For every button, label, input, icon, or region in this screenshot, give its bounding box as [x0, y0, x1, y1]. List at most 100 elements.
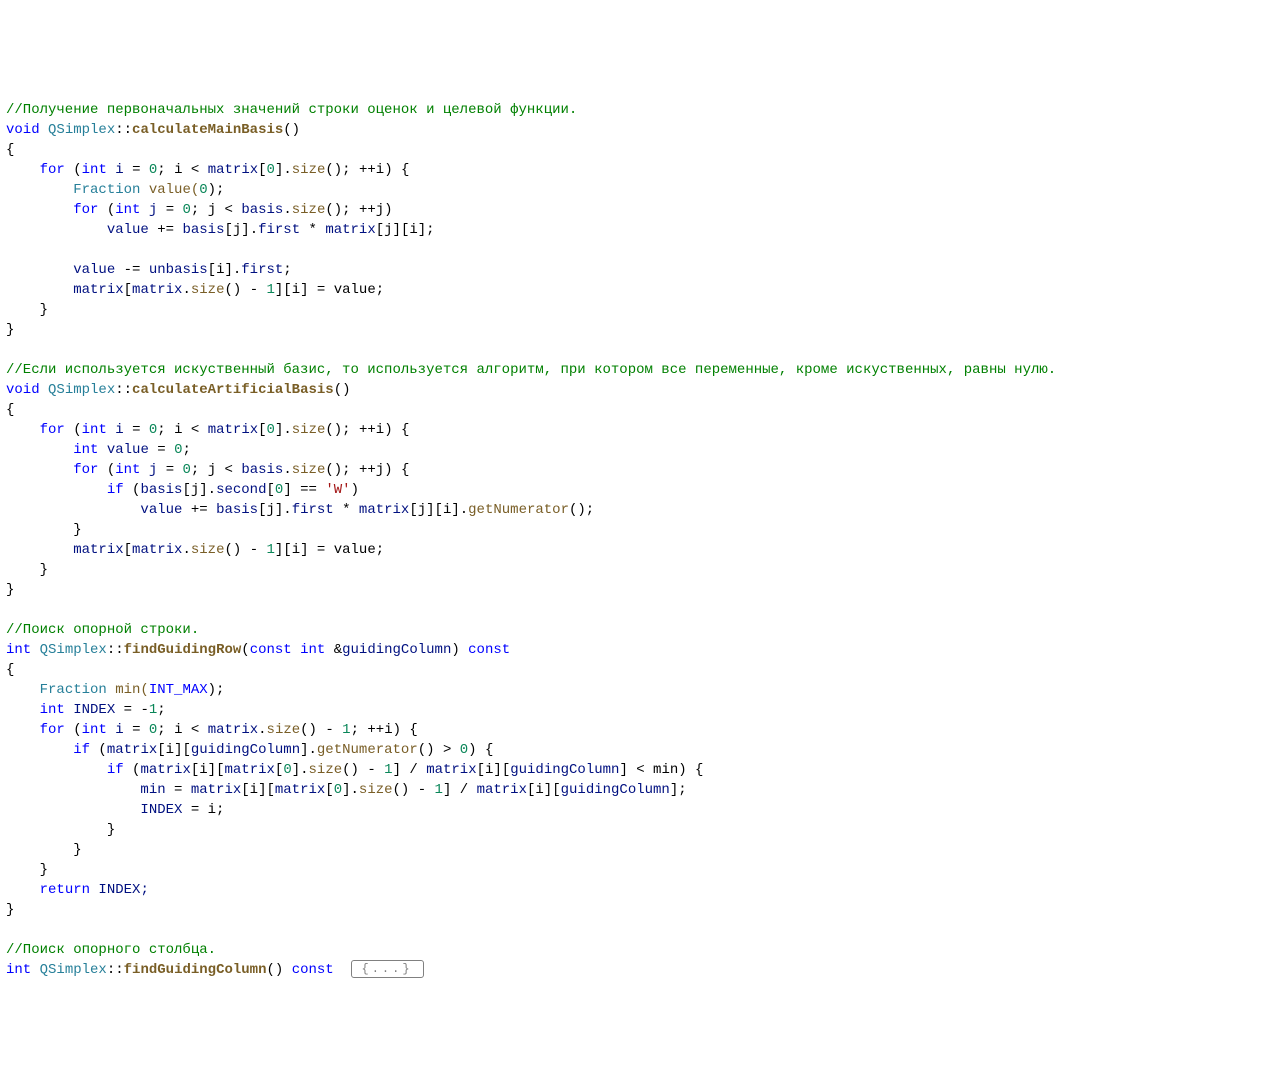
var: basis [241, 202, 283, 218]
keyword-for: for [73, 462, 98, 478]
var: i [107, 722, 132, 738]
punct: ] [283, 482, 300, 498]
var: j [140, 202, 165, 218]
keyword-if: if [107, 762, 124, 778]
var: matrix [208, 722, 258, 738]
var: basis [140, 482, 182, 498]
function-name: calculateArtificialBasis [132, 382, 334, 398]
class-name: QSimplex [48, 122, 115, 138]
number: 1 [342, 722, 350, 738]
punct: ; [283, 262, 291, 278]
method-call: size [359, 782, 393, 798]
brace: } [40, 562, 48, 578]
punct: [i][ [477, 762, 511, 778]
method-call: size [292, 202, 326, 218]
punct: ( [65, 162, 82, 178]
punct: ; [157, 702, 165, 718]
method-call: size [292, 162, 326, 178]
var: guidingColumn [191, 742, 300, 758]
op: = [157, 442, 174, 458]
op: / [460, 782, 477, 798]
var: matrix [73, 542, 123, 558]
member: first [258, 222, 300, 238]
punct: ]; [670, 782, 687, 798]
member: first [292, 502, 334, 518]
punct: (); [569, 502, 594, 518]
brace: } [107, 822, 115, 838]
keyword-int: int [82, 162, 107, 178]
class-name: Fraction [73, 182, 140, 198]
punct: ( [124, 482, 141, 498]
number: 0 [267, 422, 275, 438]
var: matrix [275, 782, 325, 798]
constant: INT_MAX [149, 682, 208, 698]
char-literal: 'W' [325, 482, 350, 498]
punct: () [418, 742, 443, 758]
punct: ]. [292, 762, 309, 778]
punct: . [182, 282, 190, 298]
code-editor[interactable]: //Получение первоначальных значений стро… [0, 80, 1265, 980]
var: matrix [224, 762, 274, 778]
punct: ] [393, 762, 410, 778]
punct: [i][ [241, 782, 275, 798]
number: 0 [334, 782, 342, 798]
fold-indicator[interactable]: {...} [351, 960, 424, 978]
punct: [j][i]; [376, 222, 435, 238]
var: i [107, 422, 132, 438]
comment-line: //Поиск опорной строки. [6, 622, 199, 638]
brace: } [73, 522, 81, 538]
punct: ) [351, 482, 359, 498]
number: 1 [267, 282, 275, 298]
punct: ++i) { [367, 722, 417, 738]
keyword-for: for [40, 422, 65, 438]
number: 1 [435, 782, 443, 798]
op: < min) { [636, 762, 703, 778]
punct: [ [124, 542, 132, 558]
comment-line: //Если используется искуственный базис, … [6, 362, 1056, 378]
var: matrix [191, 782, 241, 798]
punct: . [258, 722, 266, 738]
var: i [107, 162, 132, 178]
var: basis [241, 462, 283, 478]
keyword-void: void [6, 382, 40, 398]
method-call: size [292, 422, 326, 438]
punct: ) { [468, 742, 493, 758]
var: matrix [107, 742, 157, 758]
param: guidingColumn [342, 642, 451, 658]
number: 1 [384, 762, 392, 778]
member: first [241, 262, 283, 278]
var: matrix [426, 762, 476, 778]
class-name: QSimplex [48, 382, 115, 398]
keyword-int: int [73, 442, 98, 458]
brace: { [6, 142, 14, 158]
brace: } [73, 842, 81, 858]
function-name: findGuidingColumn [124, 962, 267, 978]
keyword-const: const [292, 962, 334, 978]
var: matrix [359, 502, 409, 518]
parens: () [334, 382, 351, 398]
comment-line: //Поиск опорного столбца. [6, 942, 216, 958]
keyword-const: const [468, 642, 510, 658]
var: basis [216, 502, 258, 518]
punct: . [182, 542, 190, 558]
method-call: size [309, 762, 343, 778]
var: matrix [132, 282, 182, 298]
op: += [157, 222, 182, 238]
brace: } [40, 862, 48, 878]
op: = [166, 462, 183, 478]
keyword-if: if [73, 742, 90, 758]
brace: { [6, 402, 14, 418]
punct: ++j) { [359, 462, 409, 478]
brace: } [6, 582, 14, 598]
punct: ); [208, 182, 225, 198]
punct: . [283, 462, 291, 478]
method-call: size [191, 542, 225, 558]
punct: (); [325, 422, 359, 438]
var: matrix [140, 762, 190, 778]
punct: [ [267, 482, 275, 498]
number: 0 [199, 182, 207, 198]
punct: [j]. [224, 222, 258, 238]
var: matrix [73, 282, 123, 298]
class-name: QSimplex [40, 642, 107, 658]
punct: [j][i]. [409, 502, 468, 518]
